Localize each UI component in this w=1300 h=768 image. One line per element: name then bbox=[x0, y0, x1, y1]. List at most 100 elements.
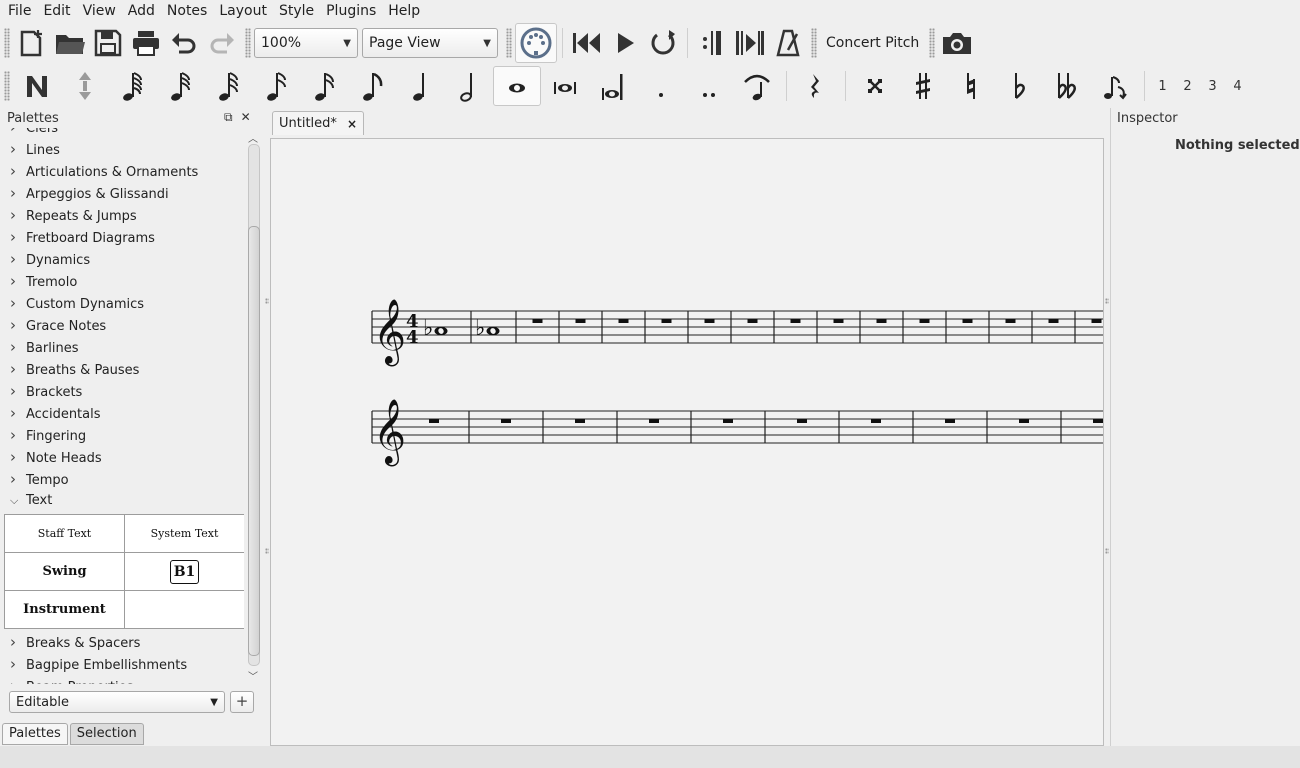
rehearsal-mark-cell[interactable]: B1 bbox=[125, 553, 244, 591]
menu-view[interactable]: View bbox=[77, 0, 122, 22]
palette-dynamics[interactable]: › Dynamics bbox=[4, 248, 244, 270]
palette-text[interactable]: ⌵ Text bbox=[4, 490, 244, 512]
duration-512th-button[interactable] bbox=[157, 67, 205, 105]
undo-button[interactable] bbox=[165, 24, 203, 62]
close-icon[interactable]: × bbox=[347, 117, 357, 131]
tie-button[interactable] bbox=[733, 67, 781, 105]
palette-bagpipe-embellishments[interactable]: › Bagpipe Embellishments bbox=[4, 653, 244, 675]
toolbar-handle[interactable] bbox=[4, 71, 10, 101]
palette-barlines[interactable]: › Barlines bbox=[4, 336, 244, 358]
view-mode-select[interactable]: Page View ▼ bbox=[362, 28, 498, 58]
undock-icon[interactable]: ⧉ bbox=[224, 110, 233, 125]
flat-button[interactable] bbox=[995, 67, 1043, 105]
menu-file[interactable]: File bbox=[2, 0, 37, 22]
duration-128th-button[interactable] bbox=[253, 67, 301, 105]
menu-plugins[interactable]: Plugins bbox=[320, 0, 382, 22]
duration-whole-button[interactable] bbox=[493, 66, 541, 106]
menu-style[interactable]: Style bbox=[273, 0, 320, 22]
scroll-thumb[interactable] bbox=[248, 226, 260, 656]
splitter-handle[interactable] bbox=[1105, 298, 1109, 304]
image-capture-button[interactable] bbox=[938, 24, 976, 62]
palette-tempo[interactable]: › Tempo bbox=[4, 468, 244, 490]
palette-repeats-jumps[interactable]: › Repeats & Jumps bbox=[4, 204, 244, 226]
toolbar-handle[interactable] bbox=[245, 28, 251, 58]
palette-note-heads[interactable]: › Note Heads bbox=[4, 446, 244, 468]
voice-2-button[interactable]: 2 bbox=[1175, 79, 1200, 94]
score-svg[interactable]: 𝄞 44 ♭ ♭𝄞 bbox=[271, 139, 1104, 746]
menu-edit[interactable]: Edit bbox=[37, 0, 76, 22]
menu-help[interactable]: Help bbox=[382, 0, 426, 22]
new-score-button[interactable] bbox=[13, 24, 51, 62]
redo-button[interactable] bbox=[203, 24, 241, 62]
menu-add[interactable]: Add bbox=[122, 0, 161, 22]
palette-scrollbar[interactable]: ︿ ﹀ bbox=[246, 128, 262, 684]
palette-accidentals[interactable]: › Accidentals bbox=[4, 402, 244, 424]
palette-tremolo[interactable]: › Tremolo bbox=[4, 270, 244, 292]
double-flat-button[interactable] bbox=[1043, 67, 1091, 105]
print-button[interactable] bbox=[127, 24, 165, 62]
double-dot-button[interactable] bbox=[685, 67, 733, 105]
rewind-button[interactable] bbox=[568, 24, 606, 62]
splitter-handle[interactable] bbox=[265, 548, 269, 554]
palette-clefs[interactable]: ›Clefs bbox=[4, 128, 244, 138]
toolbar-handle[interactable] bbox=[929, 28, 936, 58]
palette-custom-dynamics[interactable]: › Custom Dynamics bbox=[4, 292, 244, 314]
palette-filter-select[interactable]: Editable ▼ bbox=[9, 691, 225, 713]
duration-32nd-button[interactable] bbox=[349, 67, 397, 105]
duration-64th-button[interactable] bbox=[301, 67, 349, 105]
natural-button[interactable] bbox=[947, 67, 995, 105]
tab-selection[interactable]: Selection bbox=[69, 723, 144, 745]
instrument-change-cell[interactable]: Instrument bbox=[5, 591, 125, 629]
palette-breaths-pauses[interactable]: › Breaths & Pauses bbox=[4, 358, 244, 380]
chevron-down-icon[interactable]: ﹀ bbox=[248, 668, 258, 683]
voice-1-button[interactable]: 1 bbox=[1150, 79, 1175, 94]
duration-breve-button[interactable] bbox=[541, 67, 589, 105]
palette-breaks-spacers[interactable]: › Breaks & Spacers bbox=[4, 631, 244, 653]
palette-fretboard-diagrams[interactable]: › Fretboard Diagrams bbox=[4, 226, 244, 248]
close-icon[interactable]: ✕ bbox=[241, 110, 251, 125]
concert-pitch-toggle[interactable]: Concert Pitch bbox=[820, 35, 925, 51]
flip-direction-button[interactable] bbox=[1091, 67, 1139, 105]
open-button[interactable] bbox=[51, 24, 89, 62]
palette-lines[interactable]: › Lines bbox=[4, 138, 244, 160]
sharp-button[interactable] bbox=[899, 67, 947, 105]
palette-fingering[interactable]: › Fingering bbox=[4, 424, 244, 446]
metronome-button[interactable] bbox=[769, 24, 807, 62]
palette-grace-notes[interactable]: › Grace Notes bbox=[4, 314, 244, 336]
rhythm-mode-button[interactable] bbox=[61, 67, 109, 105]
rest-button[interactable] bbox=[792, 67, 840, 105]
augmentation-dot-button[interactable] bbox=[637, 67, 685, 105]
palette-arpeggios-glissandi[interactable]: › Arpeggios & Glissandi bbox=[4, 182, 244, 204]
voice-4-button[interactable]: 4 bbox=[1225, 79, 1250, 94]
toolbar-handle[interactable] bbox=[811, 28, 817, 58]
loop-button[interactable] bbox=[644, 24, 682, 62]
swing-cell[interactable]: Swing bbox=[5, 553, 125, 591]
palette-brackets[interactable]: › Brackets bbox=[4, 380, 244, 402]
palette-beam-properties[interactable]: ›Beam Properties bbox=[4, 675, 244, 684]
score-canvas[interactable]: 𝄞 4 4 ♭ ♭ 𝄞 bbox=[270, 138, 1104, 746]
tab-palettes[interactable]: Palettes bbox=[2, 723, 68, 745]
duration-quarter-button[interactable] bbox=[397, 67, 445, 105]
tab-untitled[interactable]: Untitled* × bbox=[272, 111, 364, 135]
staff-text-cell[interactable]: Staff Text bbox=[5, 515, 125, 553]
pan-score-button[interactable] bbox=[731, 24, 769, 62]
duration-256th-button[interactable] bbox=[205, 67, 253, 105]
play-repeats-button[interactable] bbox=[693, 24, 731, 62]
save-button[interactable] bbox=[89, 24, 127, 62]
duration-half-button[interactable] bbox=[445, 67, 493, 105]
menu-notes[interactable]: Notes bbox=[161, 0, 213, 22]
toolbar-handle[interactable] bbox=[506, 28, 512, 58]
menu-layout[interactable]: Layout bbox=[213, 0, 273, 22]
add-palette-button[interactable]: + bbox=[230, 691, 254, 713]
duration-longa-button[interactable] bbox=[589, 67, 637, 105]
duration-1024th-button[interactable] bbox=[109, 67, 157, 105]
note-input-mode-button[interactable] bbox=[13, 67, 61, 105]
midi-input-button[interactable] bbox=[515, 23, 557, 63]
palette-articulations-ornaments[interactable]: › Articulations & Ornaments bbox=[4, 160, 244, 182]
double-sharp-button[interactable] bbox=[851, 67, 899, 105]
splitter-handle[interactable] bbox=[265, 298, 269, 304]
voice-3-button[interactable]: 3 bbox=[1200, 79, 1225, 94]
splitter-handle[interactable] bbox=[1105, 548, 1109, 554]
zoom-select[interactable]: 100% ▼ bbox=[254, 28, 358, 58]
toolbar-handle[interactable] bbox=[4, 28, 10, 58]
